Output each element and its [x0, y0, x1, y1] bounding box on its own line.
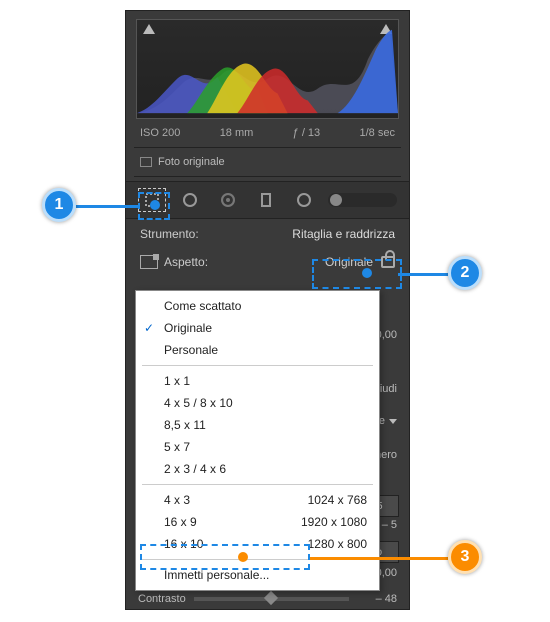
tool-label: Strumento:	[140, 227, 199, 241]
divider	[134, 147, 401, 148]
contrast-value: – 48	[357, 593, 397, 605]
menu-item[interactable]: Come scattato	[136, 295, 379, 317]
callout-line	[310, 557, 448, 560]
exif-focal: 18 mm	[220, 127, 254, 139]
callout-dot	[238, 552, 248, 562]
aspect-dropdown[interactable]: Originale	[325, 255, 373, 269]
callout-3: 3	[448, 540, 482, 574]
value-readout: – 5	[382, 519, 397, 531]
brush-size-slider[interactable]	[328, 193, 397, 207]
aspect-icon[interactable]	[140, 255, 158, 269]
menu-item[interactable]: Personale	[136, 339, 379, 361]
contrast-row: Contrasto – 48	[126, 593, 409, 605]
rectangle-icon	[261, 193, 271, 207]
original-photo-toggle[interactable]: Foto originale	[126, 152, 409, 172]
tool-strip	[126, 181, 409, 219]
aspect-label: Aspetto:	[164, 255, 208, 269]
radial-tool-button[interactable]	[290, 188, 318, 212]
spot-tool-button[interactable]	[176, 188, 204, 212]
divider	[134, 176, 401, 177]
lock-icon[interactable]	[381, 256, 395, 268]
menu-item[interactable]: 8,5 x 11	[136, 414, 379, 436]
check-icon: ✓	[144, 320, 154, 336]
menu-item[interactable]: 16 x 91920 x 1080	[136, 511, 379, 533]
menu-divider	[142, 484, 373, 485]
menu-item[interactable]: 1 x 1	[136, 370, 379, 392]
tool-name-row: Strumento: Ritaglia e raddrizza	[126, 219, 409, 249]
target-icon	[221, 193, 235, 207]
menu-item[interactable]: 4 x 31024 x 768	[136, 489, 379, 511]
menu-item-custom[interactable]: Immetti personale...	[136, 564, 379, 586]
slider-knob-icon	[330, 194, 342, 206]
exif-aperture: ƒ / 13	[293, 127, 321, 139]
callout-2: 2	[448, 256, 482, 290]
exif-shutter: 1/8 sec	[360, 127, 395, 139]
callout-1: 1	[42, 188, 76, 222]
callout-line	[398, 273, 448, 276]
aspect-menu[interactable]: Come scattato ✓ Originale Personale 1 x …	[135, 290, 380, 591]
callout-line	[76, 205, 138, 208]
circle-icon	[183, 193, 197, 207]
menu-item[interactable]: 5 x 7	[136, 436, 379, 458]
rectangle-icon	[140, 157, 152, 167]
menu-divider	[142, 365, 373, 366]
exif-row: ISO 200 18 mm ƒ / 13 1/8 sec	[126, 123, 409, 143]
histogram[interactable]	[136, 19, 399, 119]
menu-item[interactable]: 4 x 5 / 8 x 10	[136, 392, 379, 414]
callout-dot	[150, 200, 160, 210]
slider-knob-icon	[264, 591, 278, 605]
chevron-down-icon	[389, 419, 397, 424]
contrast-label: Contrasto	[138, 593, 186, 605]
callout-dot	[362, 268, 372, 278]
redeye-tool-button[interactable]	[214, 188, 242, 212]
exif-iso: ISO 200	[140, 127, 180, 139]
menu-item[interactable]: 16 x 101280 x 800	[136, 533, 379, 555]
histogram-graph	[137, 20, 398, 118]
menu-item-checked[interactable]: ✓ Originale	[136, 317, 379, 339]
circle-icon	[297, 193, 311, 207]
original-photo-label: Foto originale	[158, 156, 225, 168]
grad-tool-button[interactable]	[252, 188, 280, 212]
menu-item[interactable]: 2 x 3 / 4 x 6	[136, 458, 379, 480]
contrast-slider[interactable]	[194, 597, 349, 601]
tool-name: Ritaglia e raddrizza	[292, 227, 395, 241]
